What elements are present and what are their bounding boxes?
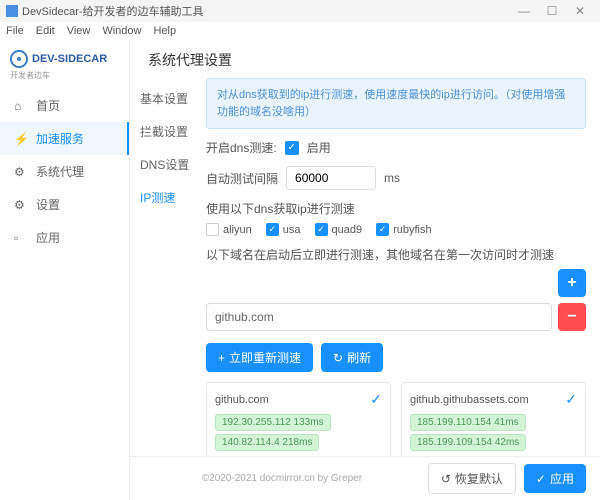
tab-ip-speed[interactable]: IP测速 [130, 181, 202, 214]
dns-option-quad9[interactable]: ✓quad9 [315, 223, 363, 236]
copyright: ©2020-2021 docmirror.cn by Greper [144, 473, 420, 484]
proxy-icon: ⚙ [14, 165, 28, 179]
dns-options: aliyun ✓usa ✓quad9 ✓rubyfish [206, 223, 586, 236]
speed-result: 192.30.255.112 133ms [215, 414, 331, 431]
footer: ©2020-2021 docmirror.cn by Greper ↺恢复默认 … [130, 456, 600, 500]
checkbox-icon: ✓ [315, 223, 328, 236]
sidebar-item-label: 首页 [36, 97, 60, 114]
check-icon: ✓ [565, 391, 577, 408]
check-icon: ✓ [370, 391, 382, 408]
tab-intercept[interactable]: 拦截设置 [130, 115, 202, 148]
dns-section-label: 使用以下dns获取ip进行测速 [206, 200, 586, 217]
sidebar-item-label: 设置 [36, 196, 60, 213]
bolt-icon: ⚡ [14, 132, 28, 146]
card-host: github.githubassets.com [410, 394, 529, 406]
menu-view[interactable]: View [67, 25, 91, 37]
menu-bar: File Edit View Window Help [0, 22, 600, 40]
speed-card: github.githubassets.com ✓ 185.199.110.154… [401, 382, 586, 456]
sidebar-item-apps[interactable]: ▫ 应用 [0, 221, 129, 254]
home-icon: ⌂ [14, 99, 28, 113]
app-icon [6, 5, 18, 17]
sidebar-item-accelerate[interactable]: ⚡ 加速服务 [0, 122, 129, 155]
apps-icon: ▫ [14, 231, 28, 245]
gear-icon: ⚙ [14, 198, 28, 212]
page-title: 系统代理设置 [130, 50, 600, 78]
sidebar-item-proxy[interactable]: ⚙ 系统代理 [0, 155, 129, 188]
speed-result: 140.82.114.4 218ms [215, 434, 319, 451]
refresh-icon: ↻ [333, 351, 343, 365]
enable-text: 启用 [307, 139, 331, 156]
check-icon: ✓ [536, 472, 546, 486]
logo-icon [10, 50, 28, 68]
sidebar-item-home[interactable]: ⌂ 首页 [0, 89, 129, 122]
settings-panel: 对从dns获取到的ip进行测速，使用速度最快的ip进行访问。（对使用增强功能的域… [202, 78, 600, 456]
speed-result: 185.199.110.154 41ms [410, 414, 526, 431]
add-domain-button[interactable]: + [558, 269, 586, 297]
sidebar-item-label: 应用 [36, 229, 60, 246]
logo-subtitle: 开发者边车 [0, 70, 129, 89]
sidebar-item-settings[interactable]: ⚙ 设置 [0, 188, 129, 221]
plus-icon: + [218, 351, 225, 365]
menu-file[interactable]: File [6, 25, 24, 37]
minimize-button[interactable]: — [510, 4, 538, 18]
checkbox-icon: ✓ [376, 223, 389, 236]
speed-result: 185.199.109.154 42ms [410, 434, 526, 451]
dns-option-rubyfish[interactable]: ✓rubyfish [376, 223, 432, 236]
refresh-button[interactable]: ↻刷新 [321, 343, 383, 372]
dns-option-usa[interactable]: ✓usa [266, 223, 301, 236]
info-alert: 对从dns获取到的ip进行测速，使用速度最快的ip进行访问。（对使用增强功能的域… [206, 78, 586, 129]
sidebar-item-label: 加速服务 [36, 130, 84, 147]
interval-label: 自动测试间隔 [206, 170, 278, 187]
domain-hint: 以下域名在启动后立即进行测速，其他域名在第一次访问时才测速 [206, 246, 586, 263]
menu-help[interactable]: Help [153, 25, 176, 37]
tab-dns[interactable]: DNS设置 [130, 148, 202, 181]
dns-option-aliyun[interactable]: aliyun [206, 223, 252, 236]
title-bar: DevSidecar-给开发者的边车辅助工具 — ☐ ✕ [0, 0, 600, 22]
domain-input[interactable] [206, 303, 552, 331]
enable-label: 开启dns测速: [206, 139, 277, 156]
checkbox-icon: ✓ [266, 223, 279, 236]
apply-button[interactable]: ✓应用 [524, 464, 586, 493]
card-host: github.com [215, 394, 269, 406]
close-button[interactable]: ✕ [566, 4, 594, 18]
window-title: DevSidecar-给开发者的边车辅助工具 [22, 3, 204, 19]
retest-button[interactable]: +立即重新测速 [206, 343, 313, 372]
undo-icon: ↺ [441, 472, 451, 486]
interval-input[interactable] [286, 166, 376, 190]
remove-domain-button[interactable]: − [558, 303, 586, 331]
sidebar-item-label: 系统代理 [36, 163, 84, 180]
reset-button[interactable]: ↺恢复默认 [428, 463, 516, 494]
tabs: 基本设置 拦截设置 DNS设置 IP测速 [130, 78, 202, 456]
sidebar: DEV-SIDECAR 开发者边车 ⌂ 首页 ⚡ 加速服务 ⚙ 系统代理 ⚙ 设… [0, 40, 130, 500]
menu-window[interactable]: Window [102, 25, 141, 37]
tab-basic[interactable]: 基本设置 [130, 82, 202, 115]
menu-edit[interactable]: Edit [36, 25, 55, 37]
interval-unit: ms [384, 171, 400, 185]
maximize-button[interactable]: ☐ [538, 4, 566, 18]
speed-card: github.com ✓ 192.30.255.112 133ms 140.82.… [206, 382, 391, 456]
enable-checkbox[interactable]: ✓ [285, 141, 299, 155]
checkbox-icon [206, 223, 219, 236]
